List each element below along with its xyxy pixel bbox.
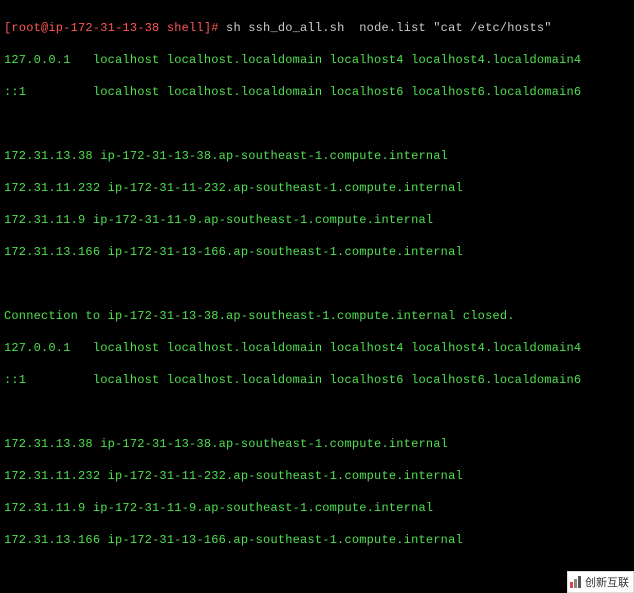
output-line: 172.31.13.38 ip-172-31-13-38.ap-southeas…: [4, 148, 630, 164]
output-line: 172.31.13.166 ip-172-31-13-166.ap-southe…: [4, 532, 630, 548]
output-line: 172.31.11.232 ip-172-31-11-232.ap-southe…: [4, 468, 630, 484]
watermark-badge: 创新互联: [567, 571, 634, 593]
blank-line: [4, 564, 630, 580]
terminal-output: [root@ip-172-31-13-38 shell]# sh ssh_do_…: [0, 0, 634, 593]
blank-line: [4, 276, 630, 292]
watermark-logo-icon: [570, 576, 581, 588]
blank-line: [4, 116, 630, 132]
shell-prompt: [root@ip-172-31-13-38 shell]#: [4, 21, 219, 35]
prompt-line[interactable]: [root@ip-172-31-13-38 shell]# sh ssh_do_…: [4, 20, 630, 36]
output-line: Connection to ip-172-31-13-38.ap-southea…: [4, 308, 630, 324]
output-line: ::1 localhost localhost.localdomain loca…: [4, 84, 630, 100]
watermark-text: 创新互联: [585, 574, 629, 590]
output-line: 127.0.0.1 localhost localhost.localdomai…: [4, 52, 630, 68]
blank-line: [4, 404, 630, 420]
output-line: 127.0.0.1 localhost localhost.localdomai…: [4, 340, 630, 356]
output-line: ::1 localhost localhost.localdomain loca…: [4, 372, 630, 388]
output-line: 172.31.13.38 ip-172-31-13-38.ap-southeas…: [4, 436, 630, 452]
output-line: 172.31.11.9 ip-172-31-11-9.ap-southeast-…: [4, 212, 630, 228]
output-line: 172.31.11.9 ip-172-31-11-9.ap-southeast-…: [4, 500, 630, 516]
command-input[interactable]: sh ssh_do_all.sh node.list "cat /etc/hos…: [226, 21, 552, 35]
output-line: 172.31.13.166 ip-172-31-13-166.ap-southe…: [4, 244, 630, 260]
output-line: 172.31.11.232 ip-172-31-11-232.ap-southe…: [4, 180, 630, 196]
